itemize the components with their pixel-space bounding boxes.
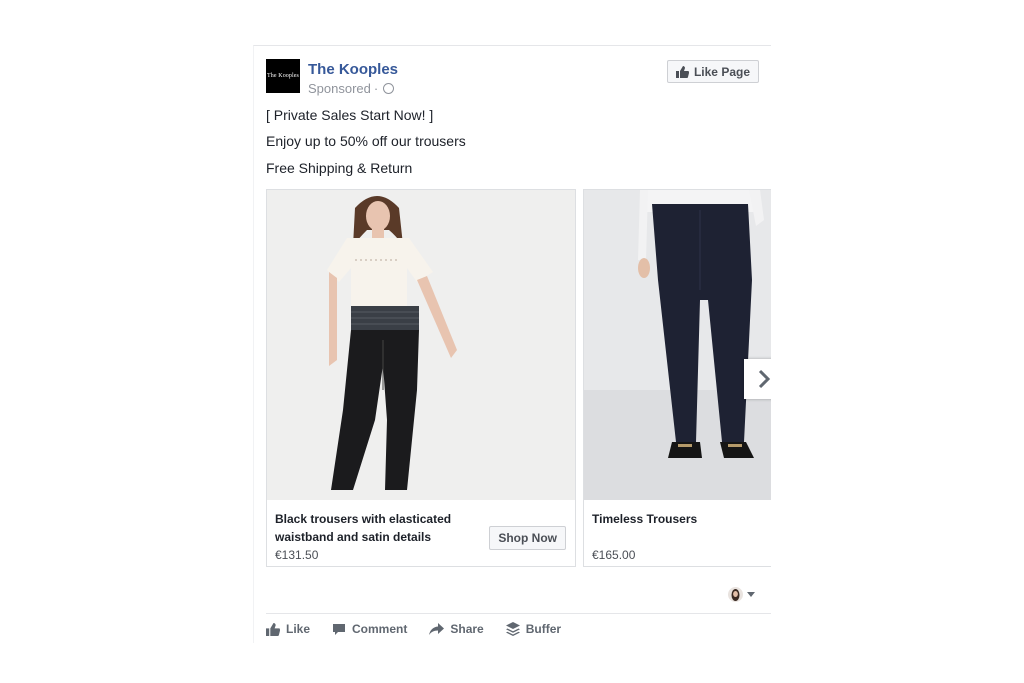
carousel-card[interactable]: Black trousers with elasticated waistban…: [266, 189, 576, 567]
like-page-button[interactable]: Like Page: [666, 60, 759, 83]
buffer-label: Buffer: [525, 622, 562, 636]
comment-button[interactable]: Comment: [332, 619, 407, 639]
action-bar: Like Comment Share Buffer: [266, 619, 583, 639]
carousel-next-button[interactable]: [744, 359, 771, 399]
carousel-card[interactable]: Timeless Trousers €165.00: [583, 189, 771, 567]
like-button[interactable]: Like: [266, 619, 310, 639]
post-text-line-2: Enjoy up to 50% off our trousers: [266, 133, 466, 149]
post-text-line-1: [ Private Sales Start Now! ]: [266, 107, 434, 123]
audience-selector[interactable]: [728, 587, 755, 602]
chevron-down-icon: [747, 592, 755, 597]
like-page-label: Like Page: [693, 64, 750, 79]
thumbs-up-icon: [675, 65, 689, 78]
card-info[interactable]: Black trousers with elasticated waistban…: [267, 500, 575, 568]
logo-wordmark: The Kooples: [267, 73, 299, 79]
card-info[interactable]: Timeless Trousers €165.00: [584, 500, 771, 568]
post-text-line-3: Free Shipping & Return: [266, 160, 413, 176]
globe-icon: [383, 83, 395, 94]
share-label: Share: [450, 622, 484, 636]
post-meta: Sponsored ·: [308, 81, 395, 96]
share-icon: [429, 622, 445, 635]
share-button[interactable]: Share: [429, 619, 484, 639]
like-label: Like: [286, 622, 311, 636]
sponsored-label[interactable]: Sponsored: [308, 81, 371, 96]
buffer-button[interactable]: Buffer: [505, 619, 562, 639]
page-logo[interactable]: The Kooples: [266, 59, 300, 93]
sponsored-post: The Kooples The Kooples Sponsored · Like…: [253, 45, 771, 643]
avatar: [728, 587, 743, 602]
chevron-right-icon: [758, 369, 771, 389]
carousel[interactable]: Black trousers with elasticated waistban…: [266, 189, 771, 569]
buffer-icon: [505, 622, 520, 636]
page-name-link[interactable]: The Kooples: [308, 61, 398, 78]
meta-separator: ·: [373, 81, 379, 96]
comment-icon: [333, 623, 346, 635]
card-title[interactable]: Black trousers with elasticated waistban…: [275, 510, 475, 546]
divider: [266, 613, 771, 614]
card-price: €165.00: [592, 548, 636, 562]
thumbs-up-icon: [266, 622, 280, 636]
card-title[interactable]: Timeless Trousers: [592, 510, 771, 528]
product-image-black-trousers[interactable]: [267, 190, 575, 500]
shop-now-button[interactable]: Shop Now: [489, 526, 566, 550]
product-image-timeless-trousers[interactable]: [584, 190, 771, 500]
card-price: €131.50: [275, 548, 319, 562]
comment-label: Comment: [352, 622, 408, 636]
